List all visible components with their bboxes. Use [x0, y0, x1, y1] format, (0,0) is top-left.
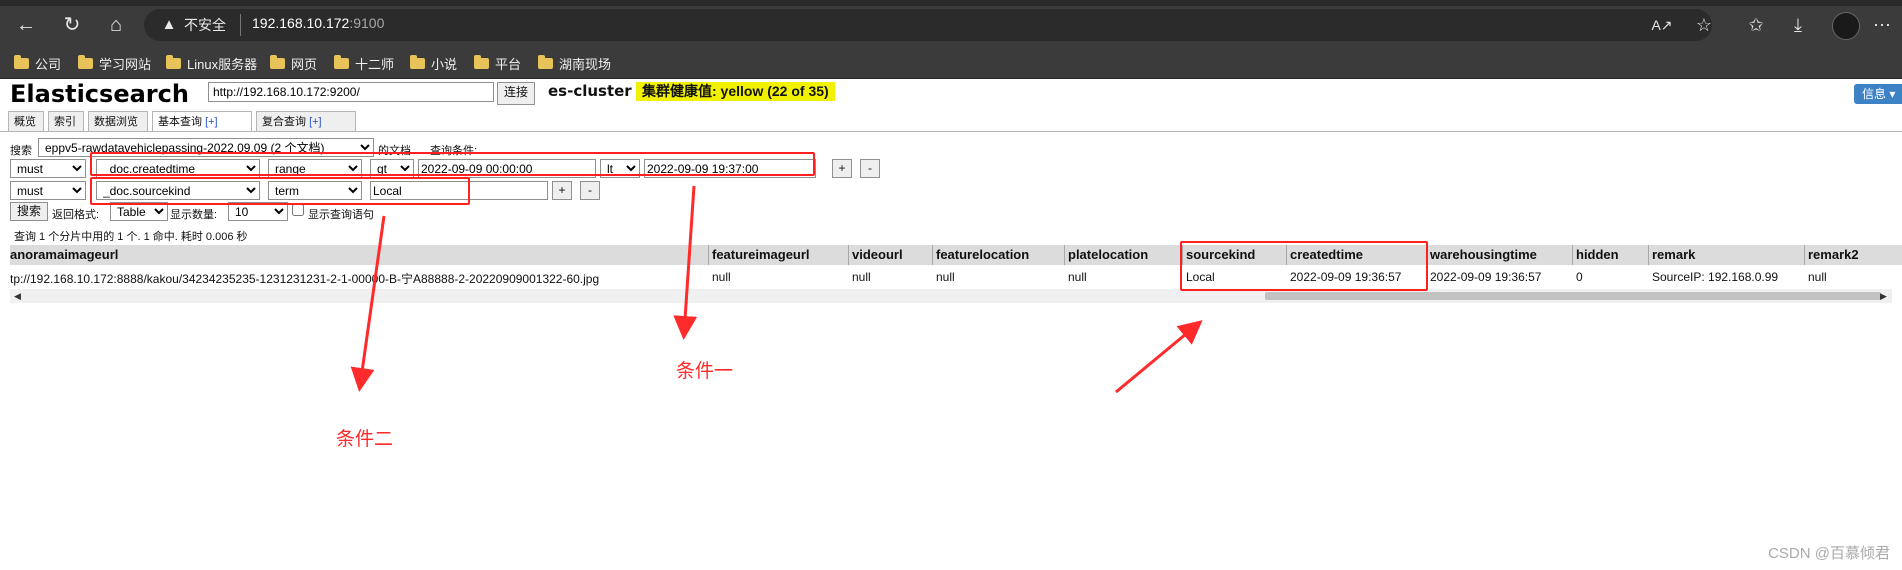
arrow-result	[1115, 320, 1203, 394]
annotation-arrows	[350, 185, 1203, 394]
annotation-condition1: 条件一	[676, 360, 734, 382]
arrow-condition2	[350, 215, 386, 392]
annotation-condition2: 条件二	[336, 428, 394, 450]
watermark: CSDN @百慕倾君	[1768, 545, 1890, 562]
arrow-condition1	[673, 185, 698, 340]
